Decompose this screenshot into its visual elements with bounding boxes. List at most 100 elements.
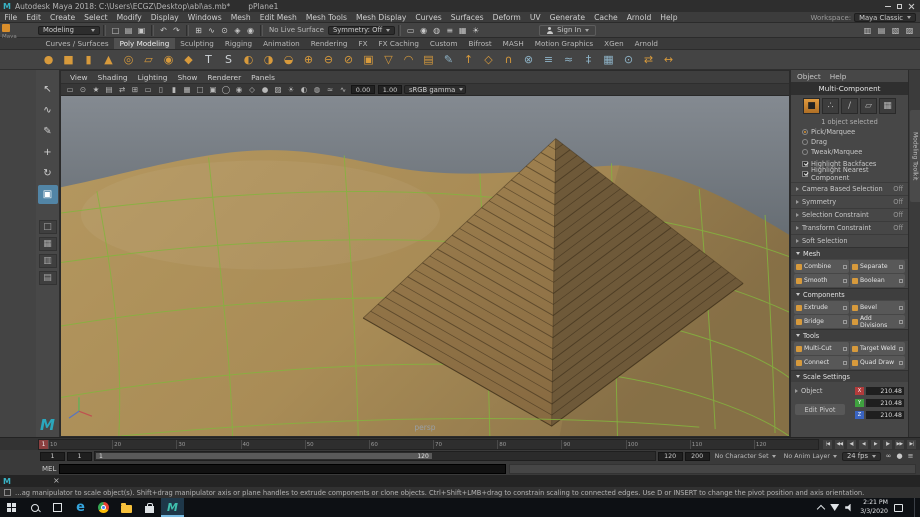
face-mode-icon[interactable]: ▱ xyxy=(860,98,877,114)
menu-item[interactable]: Generate xyxy=(545,13,589,22)
render-settings-icon[interactable]: ≡ xyxy=(443,24,456,36)
maximize-icon[interactable] xyxy=(897,4,902,9)
taskbar-app-maya[interactable]: M xyxy=(161,498,184,517)
save-scene-icon[interactable]: ▣ xyxy=(135,24,148,36)
playback-start-field[interactable]: 1 xyxy=(67,452,92,461)
anim-layer-dropdown[interactable]: No Anim Layer xyxy=(781,453,840,460)
current-frame-marker[interactable]: 1 xyxy=(39,440,48,449)
axis-value-field[interactable]: 210.48 xyxy=(866,411,904,419)
close-icon[interactable] xyxy=(908,3,915,10)
mesh-command-button[interactable]: Boolean xyxy=(850,274,905,287)
toggle-tool-settings-icon[interactable]: ▧ xyxy=(889,24,902,36)
light-editor-icon[interactable]: ☀ xyxy=(469,24,482,36)
menu-set-dropdown[interactable]: Modeling xyxy=(38,26,100,35)
shelf-tab[interactable]: Bifrost xyxy=(463,38,497,49)
step-back-frame-button[interactable]: ◀◀ xyxy=(834,439,845,450)
lasso-tool[interactable]: ∿ xyxy=(38,101,58,120)
lock-camera-icon[interactable]: ⊙ xyxy=(77,84,89,95)
shelf-smooth-icon[interactable]: ◠ xyxy=(400,51,417,68)
taskbar-clock[interactable]: 2:21 PM 3/3/2020 xyxy=(860,499,888,516)
shelf-tab[interactable]: FX xyxy=(353,38,373,49)
pick-option-radio[interactable]: Tweak/Marquee xyxy=(791,147,908,157)
toggle-attribute-editor-icon[interactable]: ▤ xyxy=(875,24,888,36)
option-box-icon[interactable] xyxy=(899,279,903,283)
resolution-gate-icon[interactable]: ▯ xyxy=(155,84,167,95)
volume-icon[interactable] xyxy=(845,504,854,512)
shelf-extrude-icon[interactable]: ↑ xyxy=(460,51,477,68)
menu-item[interactable]: Cache xyxy=(590,13,623,22)
pick-option-radio[interactable]: Pick/Marquee xyxy=(791,127,908,137)
show-desktop-button[interactable] xyxy=(914,498,918,517)
command-input[interactable] xyxy=(59,464,506,474)
menu-item[interactable]: Surfaces xyxy=(446,13,488,22)
shelf-separate-icon[interactable]: ⊖ xyxy=(320,51,337,68)
render-current-frame-icon[interactable]: ◉ xyxy=(417,24,430,36)
shelf-cone-icon[interactable]: ▲ xyxy=(100,51,117,68)
option-box-icon[interactable] xyxy=(899,306,903,310)
option-box-icon[interactable] xyxy=(843,361,847,365)
tray-chevron-icon[interactable] xyxy=(817,504,825,512)
ambient-occlusion-icon[interactable]: ◍ xyxy=(311,84,323,95)
constraint-row[interactable]: Transform ConstraintOff xyxy=(791,221,908,234)
range-end-handle[interactable]: 120 xyxy=(417,453,428,460)
option-box-icon[interactable] xyxy=(843,265,847,269)
shelf-tab[interactable]: MASH xyxy=(497,38,529,49)
menu-item[interactable]: Edit Mesh xyxy=(255,13,301,22)
shelf-multi-cut-icon[interactable]: ⊗ xyxy=(520,51,537,68)
pan-zoom-icon[interactable]: ⇄ xyxy=(116,84,128,95)
animation-start-field[interactable]: 1 xyxy=(40,452,65,461)
toolkit-menu-item[interactable]: Help xyxy=(830,72,847,81)
viewport-menu-item[interactable]: Shading xyxy=(93,73,133,82)
axis-value-field[interactable]: 210.48 xyxy=(866,387,904,395)
play-forwards-button[interactable]: ▶ xyxy=(870,439,881,450)
shelf-extract-icon[interactable]: ⊘ xyxy=(340,51,357,68)
constraint-row[interactable]: Camera Based SelectionOff xyxy=(791,182,908,195)
corner-icon[interactable] xyxy=(2,24,10,32)
animation-preferences-icon[interactable]: ≡ xyxy=(905,451,916,461)
option-box-icon[interactable] xyxy=(899,347,903,351)
axis-value-field[interactable]: 210.48 xyxy=(866,399,904,407)
field-chart-icon[interactable]: ▦ xyxy=(181,84,193,95)
tool-command-button[interactable]: Connect xyxy=(794,356,849,369)
character-set-dropdown[interactable]: No Character Set xyxy=(712,453,779,460)
menu-item[interactable]: Mesh Display xyxy=(351,13,410,22)
dock-close-icon[interactable]: × xyxy=(53,477,60,485)
shelf-tab[interactable]: Rendering xyxy=(305,38,353,49)
shelf-combine-icon[interactable]: ⊕ xyxy=(300,51,317,68)
component-command-button[interactable]: Bridge xyxy=(794,315,849,328)
component-command-button[interactable]: Bevel xyxy=(850,301,905,314)
rotate-tool[interactable]: ↻ xyxy=(38,164,58,183)
viewport-menu-item[interactable]: View xyxy=(65,73,93,82)
shelf-bevel-icon[interactable]: ◇ xyxy=(480,51,497,68)
tool-command-button[interactable]: Multi-Cut xyxy=(794,342,849,355)
menu-item[interactable]: Deform xyxy=(488,13,525,22)
go-to-end-button[interactable]: ▶| xyxy=(906,439,917,450)
constraint-row[interactable]: SymmetryOff xyxy=(791,195,908,208)
film-gate-icon[interactable]: ▭ xyxy=(142,84,154,95)
network-icon[interactable] xyxy=(830,504,839,511)
taskbar-app-file-explorer[interactable] xyxy=(115,498,138,517)
shelf-connect-icon[interactable]: ‡ xyxy=(580,51,597,68)
option-box-icon[interactable] xyxy=(843,347,847,351)
layout-hypershade[interactable]: ▤ xyxy=(39,271,57,285)
range-slider-bar[interactable]: 1 120 xyxy=(96,453,432,459)
view-transform-dropdown[interactable]: sRGB gamma xyxy=(404,85,466,94)
shadows-icon[interactable]: ◐ xyxy=(298,84,310,95)
shelf-tab[interactable]: Rigging xyxy=(219,38,257,49)
safe-action-icon[interactable]: □ xyxy=(194,84,206,95)
range-start-handle[interactable]: 1 xyxy=(99,453,103,460)
soft-selection-header[interactable]: Soft Selection xyxy=(791,234,908,247)
taskbar-app-chrome[interactable] xyxy=(92,498,115,517)
shelf-boolean-intersect-icon[interactable]: ◒ xyxy=(280,51,297,68)
shelf-mirror-icon[interactable]: ⇄ xyxy=(640,51,657,68)
component-command-button[interactable]: Add Divisions xyxy=(850,315,905,328)
mesh-command-button[interactable]: Combine xyxy=(794,260,849,273)
undo-icon[interactable]: ↶ xyxy=(157,24,170,36)
safe-title-icon[interactable]: ▣ xyxy=(207,84,219,95)
render-view-icon[interactable]: ▭ xyxy=(404,24,417,36)
shelf-tab[interactable]: FX Caching xyxy=(373,38,424,49)
snap-to-view-plane-icon[interactable]: ◈ xyxy=(231,24,244,36)
select-camera-icon[interactable]: ▭ xyxy=(64,84,76,95)
gamma-field[interactable]: 1.00 xyxy=(378,85,402,94)
layout-four-pane[interactable]: ▦ xyxy=(39,237,57,251)
